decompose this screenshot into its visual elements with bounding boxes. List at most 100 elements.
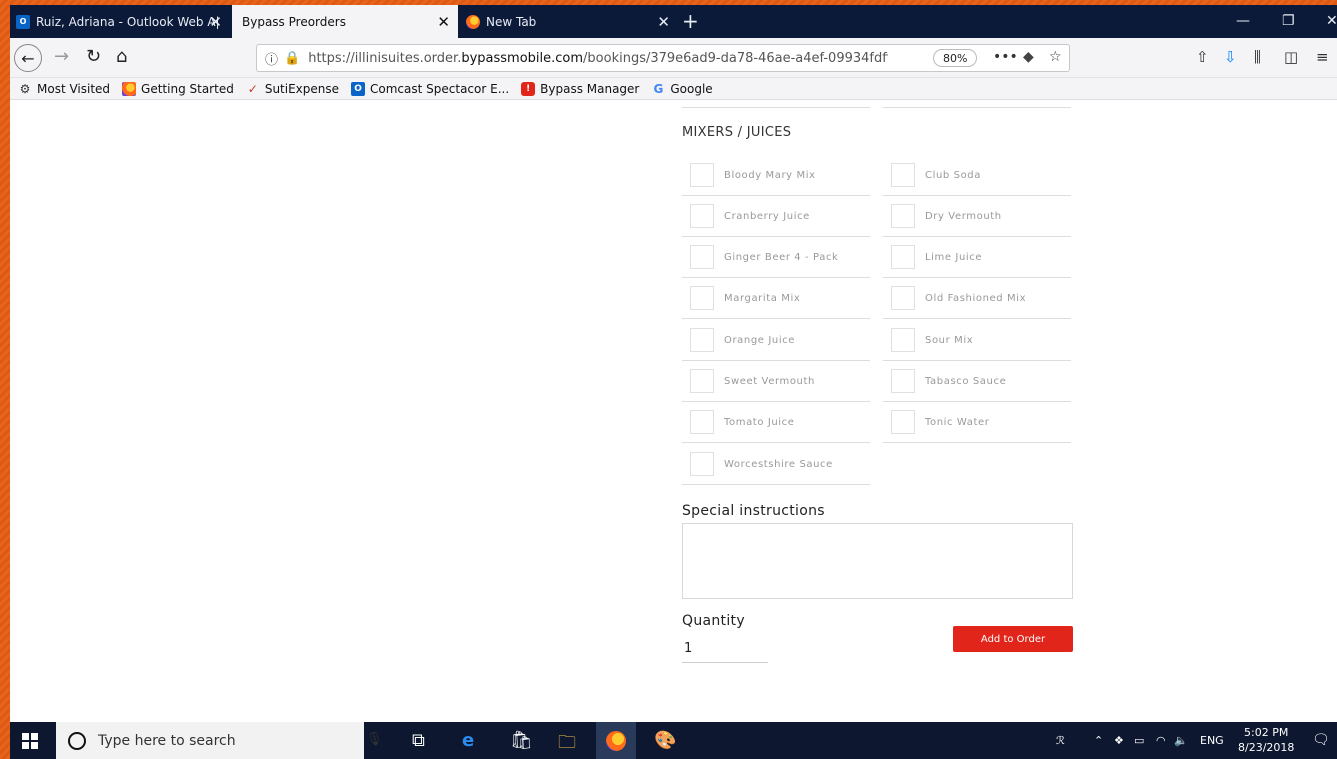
cortana-icon [68, 731, 86, 750]
firefox-icon [122, 81, 137, 96]
clock[interactable]: 5:02 PM 8/23/2018 [1238, 725, 1294, 755]
dropbox-icon[interactable]: ❖ [1114, 734, 1124, 747]
language-indicator[interactable]: ENG [1200, 734, 1224, 747]
task-view-icon[interactable]: ⧉ [412, 730, 425, 751]
new-tab-plus-icon[interactable]: + [682, 9, 699, 33]
quantity-input[interactable] [682, 635, 768, 663]
check-icon: ✓ [247, 81, 258, 96]
checkbox[interactable] [690, 286, 714, 310]
bookmark-comcast[interactable]: O Comcast Spectacor E... [351, 81, 509, 96]
search-placeholder: Type here to search [98, 732, 236, 749]
paint-icon[interactable]: 🎨 [654, 730, 676, 751]
forward-arrow-icon[interactable]: → [54, 46, 69, 67]
tab-bypass-preorders[interactable]: Bypass Preorders ✕ [232, 5, 458, 38]
option-sour-mix[interactable]: Sour Mix [883, 320, 1071, 361]
tab-label: Bypass Preorders [242, 14, 346, 29]
option-sweet-vermouth[interactable]: Sweet Vermouth [682, 361, 870, 402]
firefox-taskbar-button[interactable] [596, 722, 636, 759]
close-icon[interactable]: ✕ [657, 13, 670, 31]
option-lime-juice[interactable]: Lime Juice [883, 237, 1071, 278]
bookmark-most-visited[interactable]: ⚙ Most Visited [18, 82, 110, 96]
gear-icon: ⚙ [19, 81, 31, 96]
option-cranberry-juice[interactable]: Cranberry Juice [682, 196, 870, 237]
back-arrow-icon[interactable]: ← [14, 44, 42, 72]
option-tomato-juice[interactable]: Tomato Juice [682, 402, 870, 443]
windows-start-icon[interactable] [22, 733, 38, 749]
pocket-icon[interactable]: ◆ [1023, 49, 1034, 65]
library-icon[interactable]: ⫼ [1254, 48, 1261, 66]
checkbox[interactable] [891, 369, 915, 393]
checkbox[interactable] [690, 328, 714, 352]
page-actions-icon[interactable]: ••• [993, 49, 1018, 65]
checkbox[interactable] [690, 204, 714, 228]
info-icon[interactable]: ⓘ [265, 49, 278, 68]
microphone-icon[interactable]: 🎙 [366, 732, 383, 747]
bookmark-bypass-manager[interactable]: ! Bypass Manager [521, 81, 639, 96]
checkbox[interactable] [690, 410, 714, 434]
checkbox[interactable] [891, 286, 915, 310]
divider [883, 107, 1071, 108]
clock-date: 8/23/2018 [1238, 741, 1295, 754]
option-old-fashioned-mix[interactable]: Old Fashioned Mix [883, 278, 1071, 319]
tab-outlook[interactable]: O Ruiz, Adriana - Outlook Web A| ✕ [10, 5, 230, 38]
option-club-soda[interactable]: Club Soda [883, 155, 1071, 196]
tab-label: Ruiz, Adriana - Outlook Web A| [36, 14, 220, 29]
url-text[interactable]: https://illinisuites.order.bypassmobile.… [308, 51, 888, 66]
close-icon[interactable]: ✕ [209, 13, 222, 31]
people-icon[interactable]: ℛ [1056, 734, 1065, 747]
checkbox[interactable] [891, 410, 915, 434]
option-orange-juice[interactable]: Orange Juice [682, 320, 870, 361]
battery-icon[interactable]: ▭ [1134, 734, 1144, 747]
sidebar-icon[interactable]: ◫ [1284, 48, 1298, 66]
edge-icon[interactable]: e [462, 730, 474, 751]
minimize-icon[interactable]: — [1236, 13, 1250, 29]
store-icon[interactable]: 🛍 [510, 730, 533, 751]
option-worcestshire-sauce[interactable]: Worcestshire Sauce [682, 444, 870, 485]
taskbar-search[interactable]: Type here to search 🎙 [56, 722, 383, 759]
checkbox[interactable] [891, 245, 915, 269]
special-instructions-input[interactable] [682, 523, 1073, 599]
option-ginger-beer[interactable]: Ginger Beer 4 - Pack [682, 237, 870, 278]
zoom-level[interactable]: 80% [933, 49, 978, 67]
lock-icon: 🔒 [284, 50, 301, 66]
add-to-order-button[interactable]: Add to Order [953, 626, 1073, 652]
bookmark-google[interactable]: G Google [651, 82, 712, 96]
download-icon[interactable]: ⇩ [1224, 48, 1237, 66]
option-bloody-mary-mix[interactable]: Bloody Mary Mix [682, 155, 870, 196]
special-instructions-label: Special instructions [682, 503, 825, 519]
reload-icon[interactable]: ↻ [86, 46, 101, 67]
quantity-label: Quantity [682, 613, 745, 629]
nav-bar: ← → ↻ ⌂ ⓘ 🔒 https://illinisuites.order.b… [10, 38, 1337, 78]
option-tabasco-sauce[interactable]: Tabasco Sauce [883, 361, 1071, 402]
checkbox[interactable] [690, 452, 714, 476]
divider [682, 107, 870, 108]
checkbox[interactable] [690, 163, 714, 187]
bookmark-getting-started[interactable]: Getting Started [122, 81, 234, 96]
checkbox[interactable] [690, 245, 714, 269]
checkbox[interactable] [891, 204, 915, 228]
bookmark-star-icon[interactable]: ☆ [1049, 49, 1062, 65]
restore-icon[interactable]: ❐ [1282, 13, 1295, 29]
outlook-icon: O [351, 81, 366, 96]
checkbox[interactable] [891, 163, 915, 187]
url-bar[interactable]: ⓘ 🔒 https://illinisuites.order.bypassmob… [256, 44, 1070, 72]
home-icon[interactable]: ⌂ [116, 46, 127, 67]
window-close-icon[interactable]: ✕ [1326, 13, 1337, 29]
notifications-icon[interactable]: 🗨 [1312, 732, 1330, 748]
close-icon[interactable]: ✕ [437, 13, 450, 31]
checkbox[interactable] [690, 369, 714, 393]
option-margarita-mix[interactable]: Margarita Mix [682, 278, 870, 319]
tab-new-tab[interactable]: New Tab ✕ [460, 5, 678, 38]
option-dry-vermouth[interactable]: Dry Vermouth [883, 196, 1071, 237]
menu-icon[interactable]: ≡ [1316, 48, 1329, 66]
option-tonic-water[interactable]: Tonic Water [883, 402, 1071, 443]
chevron-up-icon[interactable]: ⌃ [1094, 734, 1103, 747]
section-title: MIXERS / JUICES [682, 125, 792, 140]
file-explorer-icon[interactable]: 🗀 [558, 730, 576, 759]
firefox-icon [606, 730, 626, 751]
bookmarks-menu-icon[interactable]: ⇧ [1196, 48, 1209, 66]
wifi-icon[interactable]: ◠ [1156, 734, 1166, 747]
volume-icon[interactable]: 🔈 [1174, 734, 1188, 747]
bookmark-sutiexpense[interactable]: ✓ SutiExpense [246, 82, 339, 96]
checkbox[interactable] [891, 328, 915, 352]
